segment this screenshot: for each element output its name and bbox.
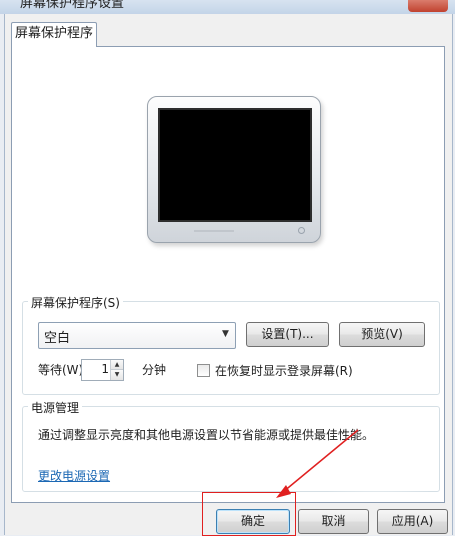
- chevron-down-icon: ▼: [222, 329, 229, 339]
- tab-panel: 屏幕保护程序(S) 空白 ▼ 设置(T)... 预览(V) 等待(W): 1 ▲…: [11, 46, 445, 503]
- close-button[interactable]: [408, 0, 448, 12]
- window-title: 屏幕保护程序设置: [20, 0, 125, 11]
- screensaver-group: 屏幕保护程序(S) 空白 ▼ 设置(T)... 预览(V) 等待(W): 1 ▲…: [22, 294, 440, 395]
- stepper-up-icon[interactable]: ▲: [111, 360, 123, 370]
- power-description: 通过调整显示亮度和其他电源设置以节省能源或提供最佳性能。: [38, 428, 375, 442]
- power-led-icon: [298, 227, 305, 234]
- monitor-preview: [147, 96, 321, 243]
- watermark: [318, 462, 438, 502]
- preview-screen: [158, 108, 312, 222]
- wait-value: 1: [101, 362, 109, 376]
- screensaver-selected-value: 空白: [44, 331, 71, 346]
- settings-button[interactable]: 设置(T)...: [246, 322, 329, 347]
- tab-screensaver[interactable]: 屏幕保护程序: [11, 22, 97, 47]
- resume-checkbox[interactable]: [197, 364, 210, 377]
- change-power-settings-link[interactable]: 更改电源设置: [38, 467, 110, 484]
- resume-label[interactable]: 在恢复时显示登录屏幕(R): [215, 362, 353, 379]
- stepper-arrows: ▲ ▼: [110, 360, 123, 380]
- screensaver-select[interactable]: 空白 ▼: [38, 322, 236, 349]
- title-bar: 屏幕保护程序设置: [0, 0, 455, 14]
- apply-button[interactable]: 应用(A): [377, 509, 448, 534]
- dialog: 屏幕保护程序 屏幕保护程序(S) 空白 ▼ 设置(T)... 预览(V) 等待(…: [4, 14, 453, 535]
- power-group-legend: 电源管理: [28, 399, 83, 416]
- highlight-box: [202, 492, 296, 536]
- wait-label: 等待(W):: [38, 363, 88, 377]
- stepper-down-icon[interactable]: ▼: [111, 370, 123, 380]
- wait-stepper[interactable]: 1 ▲ ▼: [81, 359, 124, 381]
- monitor-bezel-line: [194, 230, 234, 232]
- wait-unit-label: 分钟: [142, 363, 167, 377]
- cancel-button[interactable]: 取消: [298, 509, 369, 534]
- preview-button[interactable]: 预览(V): [339, 322, 425, 347]
- screensaver-group-legend: 屏幕保护程序(S): [28, 294, 123, 311]
